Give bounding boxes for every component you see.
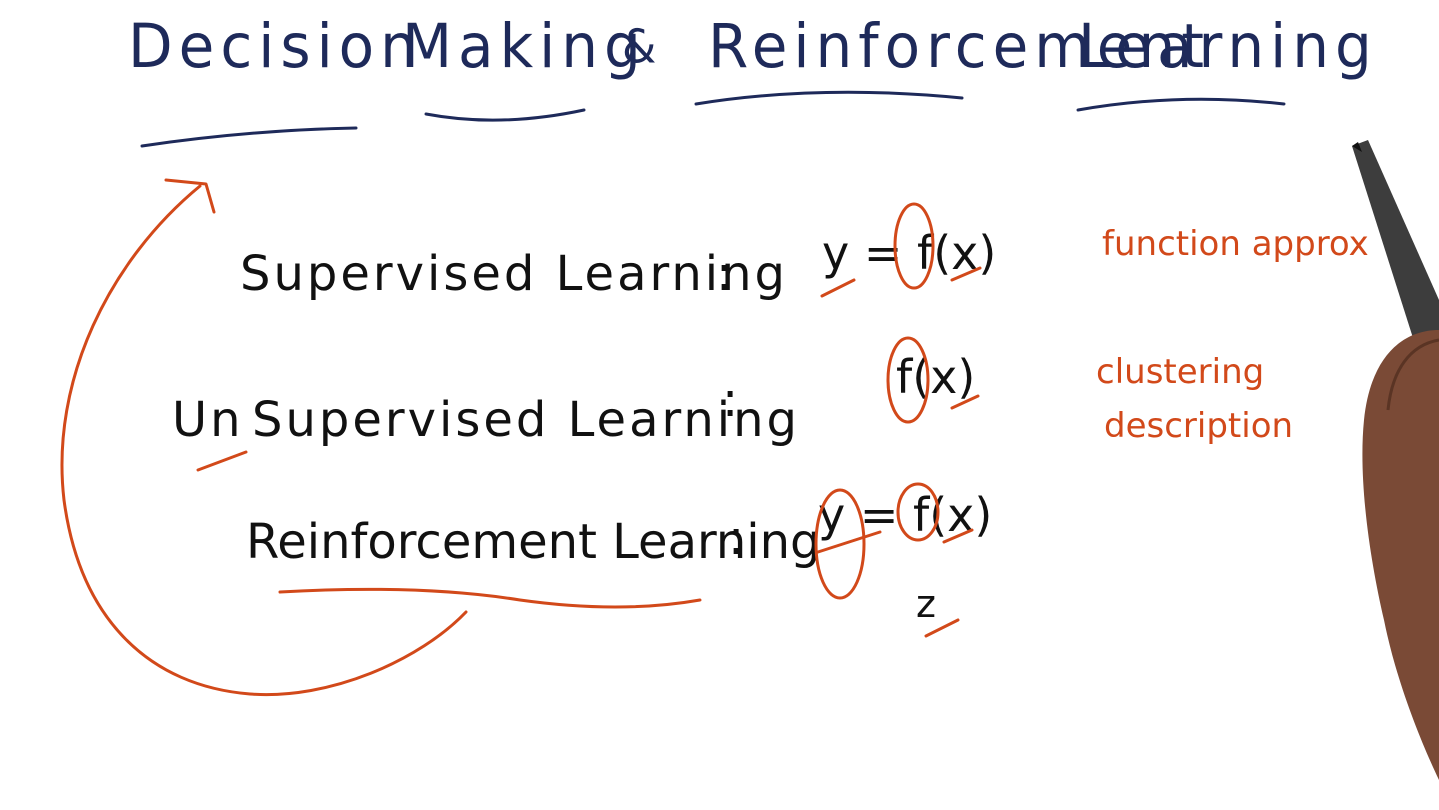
hand-with-pen-icon [1352, 140, 1439, 780]
underline-learning [1076, 97, 1286, 112]
underline-x-row3 [942, 528, 974, 544]
underline-decision [140, 126, 358, 148]
whiteboard: Decision Making & Reinforcement Learning… [0, 0, 1439, 810]
underline-x-row2 [950, 394, 980, 410]
underline-reinforcement-row [278, 587, 702, 609]
underline-y-row1 [820, 278, 856, 298]
strike-y-row3 [816, 530, 882, 554]
underline-reinforcement [694, 90, 964, 106]
circle-f-row2 [886, 336, 930, 424]
underline-making [424, 108, 586, 122]
underline-x-row1 [950, 266, 982, 282]
circle-f-row1 [893, 202, 935, 290]
circle-f-row3 [896, 482, 940, 542]
annotation-strokes [60, 90, 1439, 780]
underline-un [196, 450, 248, 472]
underline-z [924, 618, 960, 638]
loop-arrow [60, 184, 468, 697]
